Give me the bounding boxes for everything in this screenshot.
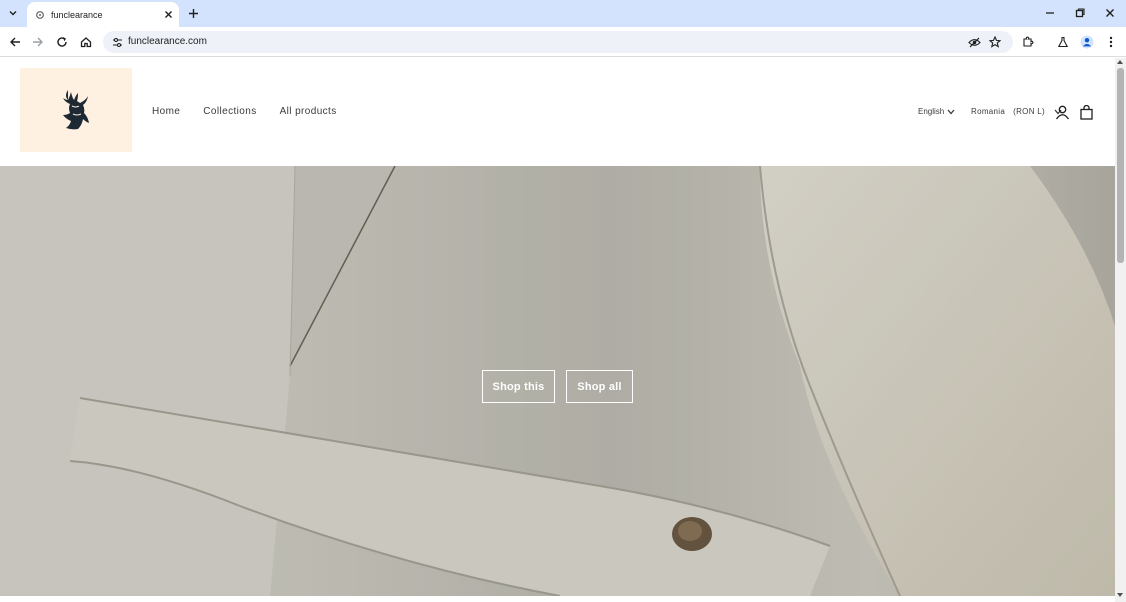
- nav-home[interactable]: Home: [152, 106, 180, 117]
- close-icon[interactable]: [161, 8, 175, 22]
- browser-toolbar: funclearance.com: [0, 27, 1126, 57]
- nav-all-products[interactable]: All products: [280, 106, 337, 117]
- shop-all-button[interactable]: Shop all: [566, 370, 633, 403]
- stag-head-icon: [63, 90, 89, 130]
- language-selector[interactable]: English: [918, 107, 955, 116]
- scroll-thumb[interactable]: [1117, 68, 1124, 263]
- browser-tabbar: funclearance: [0, 0, 1126, 27]
- page-viewport: Home Collections All products English Ro…: [0, 58, 1115, 596]
- nav-collections[interactable]: Collections: [203, 106, 256, 117]
- country-label: Romania: [971, 107, 1006, 116]
- puzzle-icon[interactable]: [1019, 33, 1037, 51]
- scroll-down-arrow[interactable]: [1117, 593, 1123, 597]
- hero-actions: Shop this Shop all: [482, 370, 633, 403]
- main-nav: Home Collections All products: [152, 106, 360, 117]
- forward-icon[interactable]: [29, 33, 47, 51]
- scroll-up-arrow[interactable]: [1117, 60, 1123, 64]
- restore-icon[interactable]: [1070, 4, 1090, 22]
- language-label: English: [918, 107, 945, 116]
- tune-icon[interactable]: [110, 35, 124, 49]
- url-text: funclearance.com: [128, 36, 207, 47]
- hero-banner: Shop this Shop all: [0, 166, 1115, 596]
- person-icon[interactable]: [1078, 33, 1096, 51]
- close-window-icon[interactable]: [1100, 4, 1120, 22]
- page-scrollbar[interactable]: [1115, 58, 1126, 602]
- chevron-down-icon: [947, 109, 955, 114]
- country-selector[interactable]: Romania (RON L): [971, 107, 1062, 116]
- account-icon[interactable]: [1053, 103, 1071, 121]
- home-icon[interactable]: [77, 33, 95, 51]
- reload-icon[interactable]: [53, 33, 71, 51]
- chevron-down-icon[interactable]: [4, 4, 22, 22]
- more-vert-icon[interactable]: [1102, 33, 1120, 51]
- shopping-bag-icon[interactable]: [1077, 103, 1095, 121]
- eye-off-icon[interactable]: [967, 35, 981, 49]
- flask-icon[interactable]: [1054, 33, 1072, 51]
- shop-this-button[interactable]: Shop this: [482, 370, 555, 403]
- tab-title: funclearance: [51, 9, 103, 20]
- site-header: Home Collections All products English Ro…: [0, 58, 1115, 166]
- site-logo[interactable]: [20, 68, 132, 152]
- back-icon[interactable]: [6, 33, 24, 51]
- plus-icon[interactable]: [185, 5, 201, 21]
- currency-label: (RON L): [1013, 107, 1046, 116]
- star-icon[interactable]: [988, 35, 1002, 49]
- minimize-icon[interactable]: [1040, 4, 1060, 22]
- site-settings-icon: [35, 10, 45, 20]
- browser-tab[interactable]: funclearance: [27, 2, 179, 27]
- address-bar[interactable]: funclearance.com: [103, 31, 1013, 53]
